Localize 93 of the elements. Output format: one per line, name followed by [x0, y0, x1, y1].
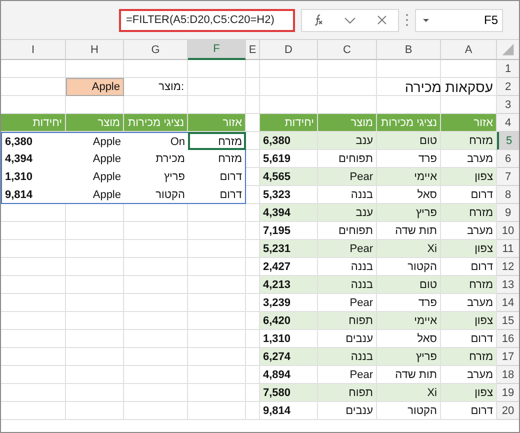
table-cell: פריץ	[377, 204, 440, 221]
row-header[interactable]: 11	[497, 240, 519, 258]
table-cell: דרום	[188, 186, 246, 204]
name-box[interactable]: F5	[415, 8, 503, 32]
column-header[interactable]: C	[318, 40, 377, 60]
table-cell: On	[124, 132, 188, 150]
table-cell: 4,394	[260, 204, 317, 221]
table-cell: 6,274	[260, 348, 317, 365]
row-header[interactable]: 18	[497, 366, 519, 384]
column-header[interactable]: G	[124, 40, 188, 60]
table-cell: הקטור	[124, 186, 188, 204]
table-cell: צפון	[441, 240, 496, 257]
column-header[interactable]: D	[260, 40, 318, 60]
column-heading: יחידות	[260, 114, 317, 131]
table-cell: ענב	[318, 204, 376, 221]
row-header[interactable]: 15	[497, 312, 519, 330]
table-cell: 6,380	[1, 132, 66, 150]
column-header[interactable]: B	[377, 40, 441, 60]
row-header[interactable]: 17	[497, 348, 519, 366]
table-cell: צפון	[441, 168, 496, 185]
table-cell: 7,580	[260, 384, 317, 401]
table-cell: תפוח	[318, 312, 376, 329]
table-cell: Apple	[66, 150, 124, 168]
table-cell: 4,394	[1, 150, 66, 168]
table-cell: צפון	[441, 384, 496, 401]
table-cell: פריץ	[377, 348, 440, 365]
row-header[interactable]: 12	[497, 258, 519, 276]
row-header[interactable]: 7	[497, 168, 519, 186]
column-heading: מוצר	[318, 114, 376, 131]
column-heading: אזור	[188, 114, 245, 131]
table-cell: פריץ	[124, 168, 188, 186]
table-cell: Pear	[318, 240, 376, 257]
cancel-icon[interactable]	[376, 14, 388, 26]
table-cell: מזרח	[188, 150, 246, 168]
row-header[interactable]: 2	[497, 78, 519, 96]
column-heading: יחידות	[1, 114, 65, 131]
table-cell: איימי	[377, 312, 440, 329]
table-cell: צפון	[441, 312, 496, 329]
column-header[interactable]: A	[441, 40, 497, 60]
table-cell: מזרח	[441, 204, 496, 221]
row-header[interactable]: 9	[497, 204, 519, 222]
cell-reference: F5	[484, 13, 498, 27]
table-cell: Apple	[66, 186, 124, 204]
column-header[interactable]: I	[1, 40, 66, 60]
table-cell: Apple	[66, 168, 124, 186]
row-header[interactable]: 19	[497, 384, 519, 402]
table-cell: 4,565	[260, 168, 317, 185]
column-heading: נציגי מכירות	[377, 114, 440, 131]
table-cell: טום	[377, 276, 440, 293]
column-heading: אזור	[441, 114, 496, 131]
column-header[interactable]: F	[188, 40, 246, 60]
column-header[interactable]: H	[66, 40, 124, 60]
table-cell: Xi	[377, 384, 440, 401]
table-cell: 6,420	[260, 312, 317, 329]
table-cell: בננה	[318, 348, 376, 365]
input-cell[interactable]: Apple	[66, 78, 124, 96]
row-header[interactable]: 6	[497, 150, 519, 168]
table-cell: איימי	[377, 168, 440, 185]
table-cell: טום	[377, 132, 440, 149]
table-cell: 6,380	[260, 132, 317, 149]
function-icon[interactable]	[312, 14, 324, 26]
row-header[interactable]: 20	[497, 402, 519, 420]
table-cell: תפוח	[318, 384, 376, 401]
table-cell: 4,213	[260, 276, 317, 293]
sheet-title: עסקאות מכירה	[404, 78, 494, 95]
table-cell: Apple	[66, 132, 124, 150]
table-cell: מכירת	[124, 150, 188, 168]
row-header[interactable]: 16	[497, 330, 519, 348]
row-header[interactable]: 10	[497, 222, 519, 240]
row-header[interactable]: 8	[497, 186, 519, 204]
table-cell: בננה	[318, 276, 376, 293]
table-cell: מזרח	[441, 348, 496, 365]
table-cell: דרום	[188, 168, 246, 186]
row-header[interactable]: 14	[497, 294, 519, 312]
column-header[interactable]: E	[246, 40, 260, 60]
table-cell: מזרח	[441, 132, 496, 149]
table-cell: מזרח	[188, 132, 246, 150]
table-cell: Pear	[318, 168, 376, 185]
row-header[interactable]: 13	[497, 276, 519, 294]
row-header[interactable]: 4	[497, 114, 519, 132]
drag-handle-icon[interactable]	[405, 13, 409, 27]
row-header[interactable]: 5	[497, 132, 519, 150]
formula-field[interactable]: =FILTER(A5:D20,C5:C20=H2)	[119, 8, 295, 32]
table-cell: 5,231	[260, 240, 317, 257]
column-heading: נציגי מכירות	[124, 114, 187, 131]
table-cell: Xi	[377, 240, 440, 257]
table-cell: ענב	[318, 132, 376, 149]
column-heading: מוצר	[66, 114, 123, 131]
table-cell: 9,814	[1, 186, 66, 204]
row-header[interactable]: 1	[497, 60, 519, 78]
table-cell: מזרח	[441, 276, 496, 293]
table-cell: 1,310	[1, 168, 66, 186]
row-header[interactable]: 3	[497, 96, 519, 114]
